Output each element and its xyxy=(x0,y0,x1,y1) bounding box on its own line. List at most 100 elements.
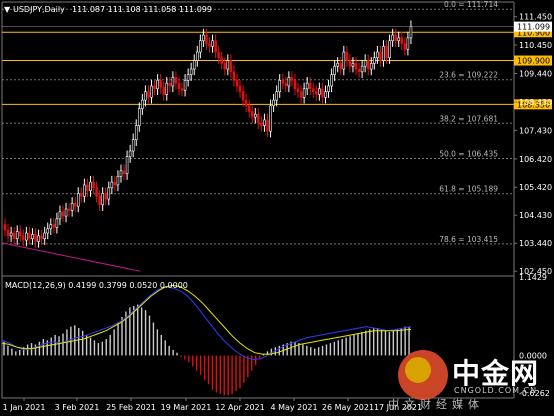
candle-body xyxy=(394,34,397,42)
candle-body xyxy=(305,82,309,90)
candle-body xyxy=(195,51,199,61)
candle-body xyxy=(336,63,339,67)
candle-body xyxy=(202,34,205,42)
candle-body xyxy=(15,231,19,239)
candle-body xyxy=(388,40,391,59)
fibonacci-label: 0.0 = 111.714 xyxy=(444,0,498,9)
candle-body xyxy=(330,74,333,87)
candle-body xyxy=(168,82,172,87)
candle-body xyxy=(183,80,187,91)
candle-body xyxy=(43,232,46,239)
candle-body xyxy=(333,65,336,75)
candle-body xyxy=(40,235,43,239)
fibonacci-label: 61.8 = 105.189 xyxy=(439,185,498,194)
candle-body xyxy=(345,51,349,61)
candle-body xyxy=(278,80,282,92)
candle-body xyxy=(321,88,324,98)
symbol-marker-icon: ▼ xyxy=(4,5,11,14)
candle-body xyxy=(318,88,321,95)
candle-body xyxy=(357,68,361,73)
fibonacci-label: 38.2 = 107.681 xyxy=(439,114,498,123)
level-label: 109.900 xyxy=(517,57,550,66)
candle-body xyxy=(113,181,117,186)
candle-body xyxy=(250,111,254,118)
date-tick-label: 12 Apr 2021 xyxy=(215,403,264,412)
candle-body xyxy=(214,40,217,53)
candle-body xyxy=(287,77,291,87)
candle-body xyxy=(122,170,126,174)
candle-body xyxy=(64,208,68,217)
watermark-site: CNGOLD.COM.CN xyxy=(454,386,538,395)
candle-body xyxy=(290,77,294,81)
candle-body xyxy=(107,187,111,200)
candle-body xyxy=(98,195,101,206)
candle-body xyxy=(217,51,220,59)
candle-body xyxy=(22,235,25,241)
candle-body xyxy=(382,46,385,61)
candle-body xyxy=(247,105,251,112)
candle-body xyxy=(18,231,22,237)
candle-body xyxy=(159,80,162,88)
price-tick-label: 103.440 xyxy=(519,239,552,248)
date-tick-label: 4 May 2021 xyxy=(270,403,317,412)
candle-body xyxy=(192,60,196,70)
candle-body xyxy=(327,85,330,92)
candle-body xyxy=(263,119,266,126)
candle-body xyxy=(73,203,77,207)
candle-body xyxy=(28,232,31,239)
candle-body xyxy=(52,224,56,228)
candle-body xyxy=(363,60,367,67)
price-tick-label: 109.440 xyxy=(519,70,552,79)
candle-body xyxy=(302,88,306,98)
candle-body xyxy=(275,91,278,101)
candle-body xyxy=(46,228,50,234)
candle-body xyxy=(134,125,138,141)
candle-body xyxy=(269,105,272,132)
fibonacci-label: 50.0 = 106.435 xyxy=(439,150,498,159)
candle-body xyxy=(147,91,150,98)
candle-body xyxy=(208,43,211,47)
candle-body xyxy=(199,40,202,53)
macd-label: MACD(12,26,9) 0.4199 0.3799 0.0520 0.000… xyxy=(5,281,188,290)
candle-body xyxy=(104,193,108,200)
candle-body xyxy=(144,91,147,101)
candle-body xyxy=(339,63,343,70)
price-tick-label: 108.430 xyxy=(519,98,552,107)
candle-body xyxy=(391,34,394,42)
candle-body xyxy=(37,235,40,242)
candle-body xyxy=(342,51,346,70)
candle-body xyxy=(226,60,230,70)
candle-body xyxy=(324,91,327,98)
candle-body xyxy=(366,60,370,70)
candle-body xyxy=(3,224,7,231)
candle-body xyxy=(235,80,239,87)
candle-body xyxy=(34,234,37,242)
candle-body xyxy=(128,150,132,157)
candle-body xyxy=(101,193,104,206)
candle-body xyxy=(189,68,193,75)
candle-body xyxy=(186,74,190,81)
price-tick-label: 110.450 xyxy=(519,41,552,50)
candle-body xyxy=(376,51,379,59)
candle-body xyxy=(9,232,13,237)
candle-body xyxy=(31,234,34,239)
candle-body xyxy=(58,211,62,220)
candle-body xyxy=(150,85,153,98)
candle-body xyxy=(174,77,178,84)
candle-body xyxy=(244,99,248,107)
candle-body xyxy=(211,40,214,47)
candle-body xyxy=(354,63,358,70)
candle-body xyxy=(131,139,135,152)
candle-body xyxy=(299,91,303,98)
candle-body xyxy=(137,108,141,126)
candle-body xyxy=(86,184,89,191)
macd-tick-label: 1.1429 xyxy=(519,273,547,282)
candle-body xyxy=(403,43,407,50)
candle-body xyxy=(177,82,181,90)
candle-body xyxy=(379,51,382,61)
candle-body xyxy=(315,91,318,95)
candle-body xyxy=(89,181,92,191)
candle-body xyxy=(25,232,28,241)
candle-body xyxy=(205,34,208,44)
candle-body xyxy=(369,63,373,70)
